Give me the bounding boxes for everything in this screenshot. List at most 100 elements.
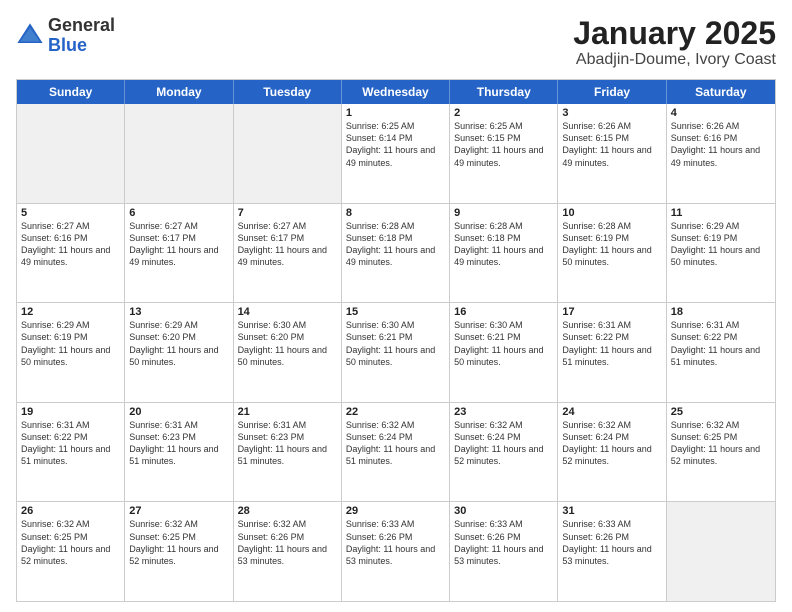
day-number: 21 xyxy=(238,406,337,418)
day-number: 1 xyxy=(346,107,445,119)
day-cell-23: 23Sunrise: 6:32 AM Sunset: 6:24 PM Dayli… xyxy=(450,403,558,502)
day-info: Sunrise: 6:29 AM Sunset: 6:20 PM Dayligh… xyxy=(129,319,228,368)
day-cell-2: 2Sunrise: 6:25 AM Sunset: 6:15 PM Daylig… xyxy=(450,104,558,203)
day-cell-12: 12Sunrise: 6:29 AM Sunset: 6:19 PM Dayli… xyxy=(17,303,125,402)
day-cell-30: 30Sunrise: 6:33 AM Sunset: 6:26 PM Dayli… xyxy=(450,502,558,601)
day-number: 23 xyxy=(454,406,553,418)
day-number: 13 xyxy=(129,306,228,318)
day-cell-6: 6Sunrise: 6:27 AM Sunset: 6:17 PM Daylig… xyxy=(125,204,233,303)
day-header-sunday: Sunday xyxy=(17,80,125,104)
day-info: Sunrise: 6:31 AM Sunset: 6:22 PM Dayligh… xyxy=(671,319,771,368)
day-info: Sunrise: 6:26 AM Sunset: 6:16 PM Dayligh… xyxy=(671,120,771,169)
empty-cell xyxy=(234,104,342,203)
day-number: 30 xyxy=(454,505,553,517)
day-cell-19: 19Sunrise: 6:31 AM Sunset: 6:22 PM Dayli… xyxy=(17,403,125,502)
day-info: Sunrise: 6:28 AM Sunset: 6:18 PM Dayligh… xyxy=(454,220,553,269)
day-number: 10 xyxy=(562,207,661,219)
day-number: 27 xyxy=(129,505,228,517)
day-info: Sunrise: 6:25 AM Sunset: 6:15 PM Dayligh… xyxy=(454,120,553,169)
day-number: 11 xyxy=(671,207,771,219)
day-header-friday: Friday xyxy=(558,80,666,104)
day-info: Sunrise: 6:28 AM Sunset: 6:19 PM Dayligh… xyxy=(562,220,661,269)
day-header-thursday: Thursday xyxy=(450,80,558,104)
day-number: 28 xyxy=(238,505,337,517)
day-info: Sunrise: 6:29 AM Sunset: 6:19 PM Dayligh… xyxy=(671,220,771,269)
logo-text: General Blue xyxy=(48,16,115,56)
day-info: Sunrise: 6:31 AM Sunset: 6:23 PM Dayligh… xyxy=(238,419,337,468)
day-number: 9 xyxy=(454,207,553,219)
day-info: Sunrise: 6:29 AM Sunset: 6:19 PM Dayligh… xyxy=(21,319,120,368)
day-cell-28: 28Sunrise: 6:32 AM Sunset: 6:26 PM Dayli… xyxy=(234,502,342,601)
day-info: Sunrise: 6:32 AM Sunset: 6:25 PM Dayligh… xyxy=(21,518,120,567)
day-number: 3 xyxy=(562,107,661,119)
day-cell-21: 21Sunrise: 6:31 AM Sunset: 6:23 PM Dayli… xyxy=(234,403,342,502)
day-info: Sunrise: 6:33 AM Sunset: 6:26 PM Dayligh… xyxy=(454,518,553,567)
day-number: 2 xyxy=(454,107,553,119)
day-cell-4: 4Sunrise: 6:26 AM Sunset: 6:16 PM Daylig… xyxy=(667,104,775,203)
calendar-body: 1Sunrise: 6:25 AM Sunset: 6:14 PM Daylig… xyxy=(17,104,775,601)
day-cell-8: 8Sunrise: 6:28 AM Sunset: 6:18 PM Daylig… xyxy=(342,204,450,303)
day-number: 24 xyxy=(562,406,661,418)
day-cell-20: 20Sunrise: 6:31 AM Sunset: 6:23 PM Dayli… xyxy=(125,403,233,502)
calendar-row-3: 12Sunrise: 6:29 AM Sunset: 6:19 PM Dayli… xyxy=(17,303,775,403)
day-cell-3: 3Sunrise: 6:26 AM Sunset: 6:15 PM Daylig… xyxy=(558,104,666,203)
day-number: 17 xyxy=(562,306,661,318)
header: General Blue January 2025 Abadjin-Doume,… xyxy=(16,16,776,69)
day-info: Sunrise: 6:32 AM Sunset: 6:26 PM Dayligh… xyxy=(238,518,337,567)
day-info: Sunrise: 6:28 AM Sunset: 6:18 PM Dayligh… xyxy=(346,220,445,269)
day-cell-14: 14Sunrise: 6:30 AM Sunset: 6:20 PM Dayli… xyxy=(234,303,342,402)
day-number: 16 xyxy=(454,306,553,318)
calendar-row-2: 5Sunrise: 6:27 AM Sunset: 6:16 PM Daylig… xyxy=(17,204,775,304)
day-header-wednesday: Wednesday xyxy=(342,80,450,104)
day-cell-1: 1Sunrise: 6:25 AM Sunset: 6:14 PM Daylig… xyxy=(342,104,450,203)
day-number: 29 xyxy=(346,505,445,517)
day-info: Sunrise: 6:32 AM Sunset: 6:25 PM Dayligh… xyxy=(129,518,228,567)
day-info: Sunrise: 6:30 AM Sunset: 6:21 PM Dayligh… xyxy=(454,319,553,368)
day-number: 8 xyxy=(346,207,445,219)
day-info: Sunrise: 6:32 AM Sunset: 6:24 PM Dayligh… xyxy=(562,419,661,468)
day-header-tuesday: Tuesday xyxy=(234,80,342,104)
day-cell-24: 24Sunrise: 6:32 AM Sunset: 6:24 PM Dayli… xyxy=(558,403,666,502)
calendar-subtitle: Abadjin-Doume, Ivory Coast xyxy=(573,51,776,69)
day-cell-27: 27Sunrise: 6:32 AM Sunset: 6:25 PM Dayli… xyxy=(125,502,233,601)
day-cell-11: 11Sunrise: 6:29 AM Sunset: 6:19 PM Dayli… xyxy=(667,204,775,303)
day-cell-7: 7Sunrise: 6:27 AM Sunset: 6:17 PM Daylig… xyxy=(234,204,342,303)
day-number: 4 xyxy=(671,107,771,119)
title-block: January 2025 Abadjin-Doume, Ivory Coast xyxy=(573,16,776,69)
day-info: Sunrise: 6:31 AM Sunset: 6:23 PM Dayligh… xyxy=(129,419,228,468)
day-info: Sunrise: 6:27 AM Sunset: 6:17 PM Dayligh… xyxy=(238,220,337,269)
day-header-monday: Monday xyxy=(125,80,233,104)
day-info: Sunrise: 6:32 AM Sunset: 6:24 PM Dayligh… xyxy=(346,419,445,468)
day-info: Sunrise: 6:33 AM Sunset: 6:26 PM Dayligh… xyxy=(562,518,661,567)
day-info: Sunrise: 6:31 AM Sunset: 6:22 PM Dayligh… xyxy=(21,419,120,468)
logo-icon xyxy=(16,22,44,50)
empty-cell xyxy=(125,104,233,203)
logo: General Blue xyxy=(16,16,115,56)
day-info: Sunrise: 6:31 AM Sunset: 6:22 PM Dayligh… xyxy=(562,319,661,368)
calendar: SundayMondayTuesdayWednesdayThursdayFrid… xyxy=(16,79,776,602)
day-number: 5 xyxy=(21,207,120,219)
day-cell-10: 10Sunrise: 6:28 AM Sunset: 6:19 PM Dayli… xyxy=(558,204,666,303)
calendar-title: January 2025 xyxy=(573,16,776,51)
day-info: Sunrise: 6:32 AM Sunset: 6:25 PM Dayligh… xyxy=(671,419,771,468)
day-number: 22 xyxy=(346,406,445,418)
calendar-row-1: 1Sunrise: 6:25 AM Sunset: 6:14 PM Daylig… xyxy=(17,104,775,204)
day-number: 14 xyxy=(238,306,337,318)
page: General Blue January 2025 Abadjin-Doume,… xyxy=(0,0,792,612)
day-info: Sunrise: 6:27 AM Sunset: 6:16 PM Dayligh… xyxy=(21,220,120,269)
day-number: 7 xyxy=(238,207,337,219)
calendar-row-4: 19Sunrise: 6:31 AM Sunset: 6:22 PM Dayli… xyxy=(17,403,775,503)
day-number: 26 xyxy=(21,505,120,517)
day-header-saturday: Saturday xyxy=(667,80,775,104)
day-cell-15: 15Sunrise: 6:30 AM Sunset: 6:21 PM Dayli… xyxy=(342,303,450,402)
day-info: Sunrise: 6:33 AM Sunset: 6:26 PM Dayligh… xyxy=(346,518,445,567)
day-cell-25: 25Sunrise: 6:32 AM Sunset: 6:25 PM Dayli… xyxy=(667,403,775,502)
day-number: 6 xyxy=(129,207,228,219)
day-number: 25 xyxy=(671,406,771,418)
day-info: Sunrise: 6:32 AM Sunset: 6:24 PM Dayligh… xyxy=(454,419,553,468)
day-info: Sunrise: 6:27 AM Sunset: 6:17 PM Dayligh… xyxy=(129,220,228,269)
day-cell-18: 18Sunrise: 6:31 AM Sunset: 6:22 PM Dayli… xyxy=(667,303,775,402)
day-cell-22: 22Sunrise: 6:32 AM Sunset: 6:24 PM Dayli… xyxy=(342,403,450,502)
empty-cell xyxy=(667,502,775,601)
calendar-row-5: 26Sunrise: 6:32 AM Sunset: 6:25 PM Dayli… xyxy=(17,502,775,601)
